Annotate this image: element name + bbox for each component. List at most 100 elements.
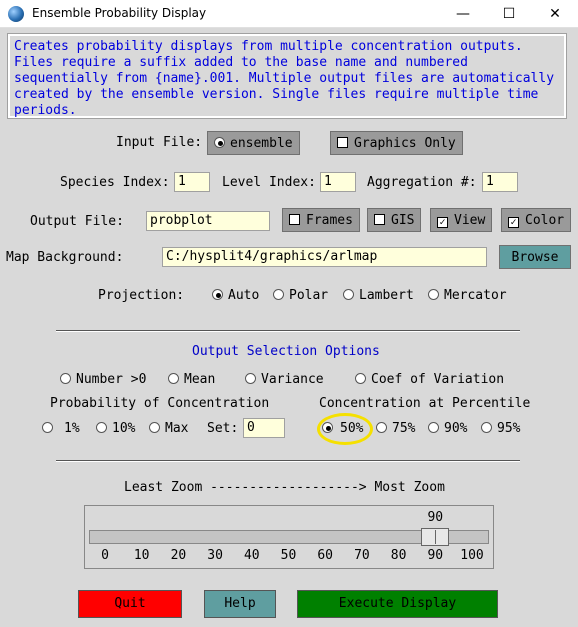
- minimize-button[interactable]: —: [440, 0, 486, 28]
- gis-checkbox[interactable]: GIS: [367, 208, 422, 232]
- projection-mercator-label: Mercator: [444, 288, 507, 303]
- graphics-only-checkbox[interactable]: Graphics Only: [330, 131, 463, 155]
- help-button[interactable]: Help: [204, 590, 276, 618]
- zoom-tick-label: 70: [354, 548, 370, 563]
- output-file-input[interactable]: probplot: [146, 211, 270, 231]
- projection-polar-radio[interactable]: Polar: [273, 288, 328, 303]
- perc-90-radio[interactable]: 90%: [428, 421, 467, 436]
- variance-radio[interactable]: Variance: [245, 372, 324, 387]
- checkbox-unchecked-icon: [289, 214, 300, 225]
- globe-icon: [8, 6, 24, 22]
- checkbox-unchecked-icon: [337, 137, 348, 148]
- input-file-label: Input File:: [116, 135, 203, 150]
- window-title: Ensemble Probability Display: [32, 6, 207, 20]
- set-label: Set:: [207, 421, 239, 436]
- projection-label: Projection:: [98, 288, 185, 303]
- species-index-label: Species Index:: [60, 175, 170, 190]
- radio-icon: [149, 422, 160, 433]
- radio-icon: [168, 373, 179, 384]
- zoom-tick-label: 10: [133, 548, 150, 563]
- separator: [56, 460, 520, 462]
- color-checkbox[interactable]: ✓ Color: [501, 208, 572, 232]
- zoom-tick-label: 90: [427, 548, 444, 563]
- radio-icon: [428, 289, 439, 300]
- radio-icon: [428, 422, 439, 433]
- level-index-input[interactable]: 1: [320, 172, 356, 192]
- zoom-tick-label: 60: [317, 548, 334, 563]
- probability-title: Probability of Concentration: [50, 396, 270, 411]
- color-label: Color: [525, 213, 565, 228]
- gis-label: GIS: [391, 213, 415, 228]
- perc-75-label: 75%: [392, 421, 416, 436]
- number-label: Number >0: [76, 372, 147, 387]
- aggregation-label: Aggregation #:: [367, 175, 477, 190]
- output-file-label: Output File:: [30, 214, 124, 229]
- mean-radio[interactable]: Mean: [168, 372, 215, 387]
- maximize-button[interactable]: ☐: [486, 0, 532, 28]
- radio-icon: [245, 373, 256, 384]
- zoom-label: Least Zoom -------------------> Most Zoo…: [124, 480, 445, 495]
- highlight-circle: [317, 413, 373, 445]
- radio-icon: [376, 422, 387, 433]
- ensemble-label: ensemble: [230, 136, 293, 151]
- zoom-slider[interactable]: 90 0 10 20 30 40 50 60 70 80 90 100: [84, 505, 494, 569]
- prob-1-radio[interactable]: 1%: [42, 421, 80, 436]
- zoom-tick-label: 40: [243, 548, 260, 563]
- map-background-input[interactable]: C:/hysplit4/graphics/arlmap: [162, 247, 487, 267]
- prob-max-label: Max: [165, 421, 189, 436]
- set-input[interactable]: 0: [243, 418, 285, 438]
- graphics-only-label: Graphics Only: [354, 136, 456, 151]
- output-selection-title: Output Selection Options: [192, 344, 380, 359]
- frames-label: Frames: [306, 213, 353, 228]
- number-radio[interactable]: Number >0: [60, 372, 146, 387]
- prob-10-radio[interactable]: 10%: [96, 421, 135, 436]
- radio-icon: [273, 289, 284, 300]
- coef-variation-label: Coef of Variation: [371, 372, 505, 387]
- map-background-label: Map Background:: [6, 250, 124, 265]
- radio-icon: [355, 373, 366, 384]
- perc-95-radio[interactable]: 95%: [481, 421, 520, 436]
- view-checkbox[interactable]: ✓ View: [430, 208, 493, 232]
- zoom-tick-label: 0: [101, 548, 109, 563]
- description-text: Creates probability displays from multip…: [7, 33, 567, 119]
- browse-button[interactable]: Browse: [499, 245, 571, 269]
- separator: [56, 330, 520, 332]
- frames-checkbox[interactable]: Frames: [282, 208, 360, 232]
- ensemble-radio[interactable]: ensemble: [207, 131, 300, 155]
- radio-selected-icon: [214, 137, 225, 148]
- title-bar: Ensemble Probability Display — ☐ ✕: [0, 0, 578, 28]
- radio-icon: [60, 373, 71, 384]
- perc-75-radio[interactable]: 75%: [376, 421, 415, 436]
- checkmark-icon: ✓: [508, 217, 519, 228]
- radio-icon: [42, 422, 53, 433]
- quit-button[interactable]: Quit: [78, 590, 182, 618]
- coef-variation-radio[interactable]: Coef of Variation: [355, 372, 504, 387]
- projection-lambert-radio[interactable]: Lambert: [343, 288, 414, 303]
- close-button[interactable]: ✕: [532, 0, 578, 28]
- projection-mercator-radio[interactable]: Mercator: [428, 288, 507, 303]
- projection-auto-label: Auto: [228, 288, 260, 303]
- prob-1-label: 1%: [64, 421, 80, 436]
- level-index-label: Level Index:: [222, 175, 316, 190]
- radio-icon: [343, 289, 354, 300]
- perc-90-label: 90%: [444, 421, 468, 436]
- mean-label: Mean: [184, 372, 216, 387]
- radio-icon: [481, 422, 492, 433]
- projection-auto-radio[interactable]: Auto: [212, 288, 259, 303]
- variance-label: Variance: [261, 372, 324, 387]
- zoom-tick-label: 30: [207, 548, 223, 563]
- perc-95-label: 95%: [497, 421, 521, 436]
- zoom-tick-label: 20: [170, 548, 187, 563]
- checkmark-icon: ✓: [437, 217, 448, 228]
- execute-display-button[interactable]: Execute Display: [297, 590, 498, 618]
- radio-selected-icon: [212, 289, 223, 300]
- zoom-tick-label: 80: [390, 548, 407, 563]
- percentile-title: Concentration at Percentile: [319, 396, 531, 411]
- species-index-input[interactable]: 1: [174, 172, 210, 192]
- projection-polar-label: Polar: [289, 288, 329, 303]
- zoom-tick-label: 50: [280, 548, 297, 563]
- zoom-tick-label: 100: [460, 548, 484, 563]
- slider-thumb[interactable]: [421, 528, 450, 546]
- prob-max-radio[interactable]: Max: [149, 421, 188, 436]
- aggregation-input[interactable]: 1: [482, 172, 518, 192]
